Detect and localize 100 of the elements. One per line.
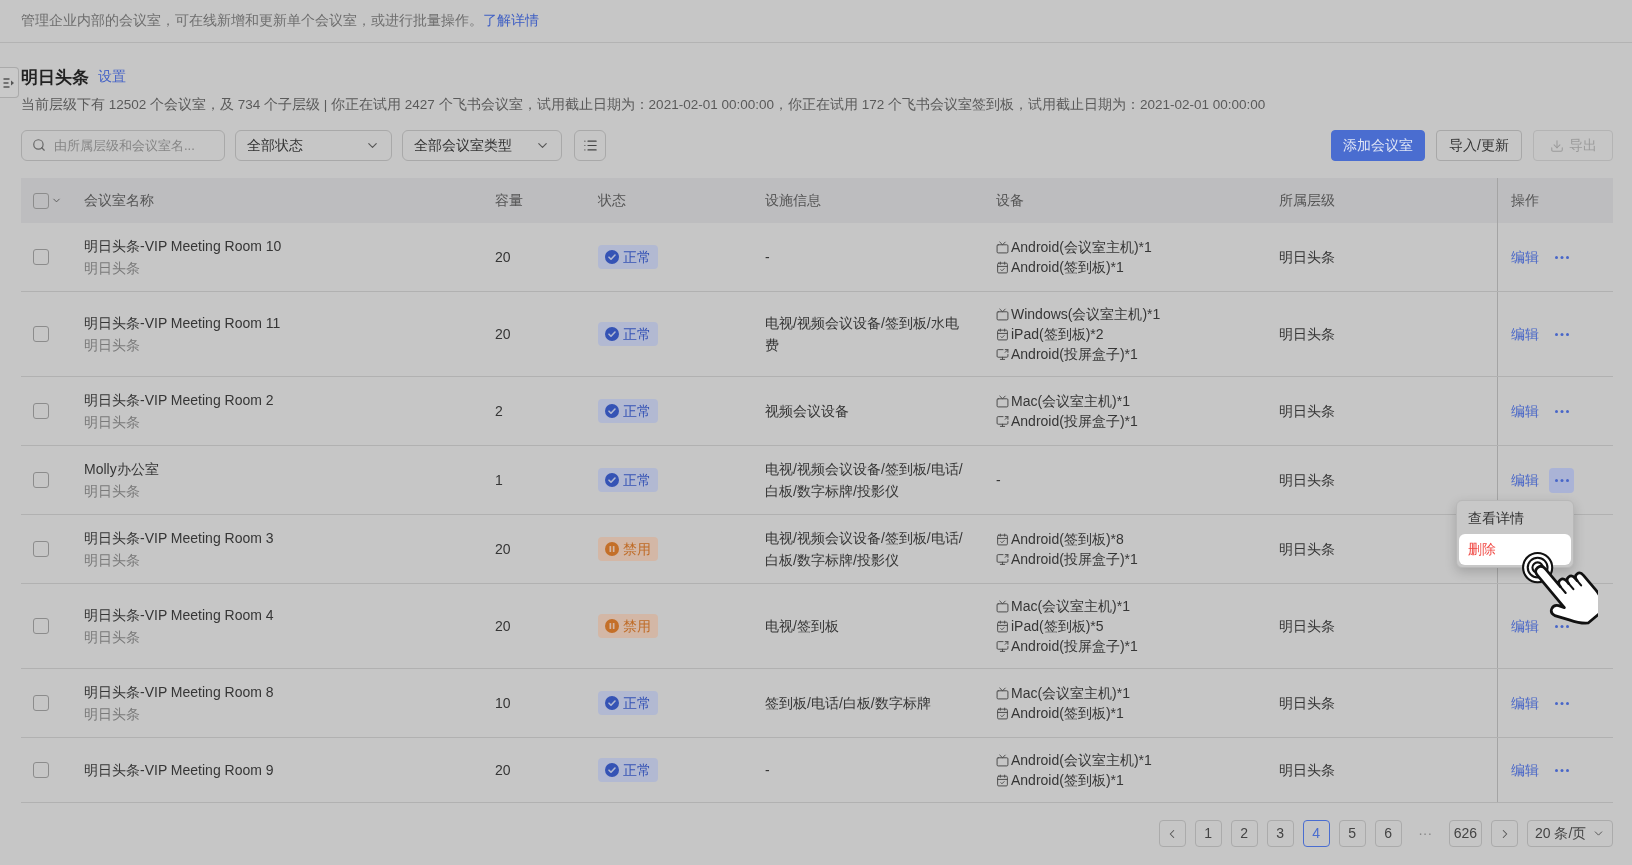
device-label: Android(签到板)*1	[1011, 258, 1124, 277]
previous-page-button[interactable]	[1158, 820, 1186, 847]
calendar-check-icon	[996, 773, 1009, 787]
room-parent-level: 明日头条	[84, 628, 141, 647]
learn-more-link[interactable]: 了解详情	[483, 12, 539, 28]
device-label: Android(投屏盒子)*1	[1011, 637, 1138, 656]
device-label: iPad(签到板)*2	[1011, 325, 1104, 344]
status-label: 正常	[623, 470, 651, 490]
menu-item[interactable]: 查看详情	[1459, 502, 1571, 534]
filter-select[interactable]: 全部状态	[235, 130, 392, 161]
add-room-button[interactable]: 添加会议室	[1331, 130, 1425, 161]
lines-arrow-icon	[3, 77, 15, 88]
device-label: Android(签到板)*8	[1011, 530, 1124, 549]
capacity-value: 20	[495, 539, 511, 559]
column-header: 设备	[996, 191, 1024, 210]
level-name: 明日头条	[1279, 401, 1335, 421]
calendar-check-icon	[996, 706, 1009, 720]
download-icon	[1549, 138, 1564, 153]
facilities-text: 电视/视频会议设备/签到板/电话/白板/数字标牌/投影仪	[765, 460, 964, 501]
level-name: 明日头条	[1279, 760, 1335, 780]
facilities-text: -	[765, 248, 770, 267]
room-name: 明日头条-VIP Meeting Room 8	[84, 683, 275, 702]
checkbox[interactable]	[33, 403, 49, 419]
room-parent-level: 明日头条	[84, 336, 141, 355]
level-name: 明日头条	[1279, 247, 1335, 267]
sidebar-toggle-button[interactable]	[0, 67, 19, 98]
level-name: 明日头条	[1279, 539, 1335, 559]
page-button[interactable]: 4	[1302, 820, 1330, 847]
page-button[interactable]: 2	[1230, 820, 1258, 847]
capacity-value: 20	[495, 760, 511, 780]
tv-icon	[996, 240, 1009, 254]
device-label: iPad(签到板)*5	[1011, 617, 1104, 636]
check-circle-icon	[605, 473, 619, 487]
more-icon	[1554, 768, 1569, 772]
check-circle-icon	[605, 250, 619, 264]
more-icon	[1554, 332, 1569, 336]
tv-icon	[996, 753, 1009, 767]
check-circle-icon	[605, 696, 619, 710]
room-name: Molly办公室	[84, 460, 160, 479]
menu-item[interactable]: 删除	[1459, 533, 1571, 565]
facilities-text: 视频会议设备	[765, 402, 849, 421]
page-size-select[interactable]: 20 条/页	[1527, 820, 1613, 847]
calendar-check-icon	[996, 532, 1009, 546]
checkbox[interactable]	[33, 472, 49, 488]
checkbox[interactable]	[33, 326, 49, 342]
page-button[interactable]: 5	[1338, 820, 1366, 847]
checkbox[interactable]	[33, 249, 49, 265]
checkbox[interactable]	[33, 762, 49, 778]
search-icon	[32, 138, 46, 152]
room-name: 明日头条-VIP Meeting Room 3	[84, 529, 275, 548]
screen-share-icon	[996, 639, 1009, 653]
screen-share-icon	[996, 552, 1009, 566]
edit-link[interactable]: 编辑	[1511, 692, 1539, 714]
capacity-value: 2	[495, 401, 503, 421]
level-name: 明日头条	[1279, 616, 1335, 636]
checkbox[interactable]	[33, 695, 49, 711]
edit-link[interactable]: 编辑	[1511, 469, 1539, 491]
organization-title: 明日头条	[21, 66, 89, 88]
edit-link[interactable]: 编辑	[1511, 400, 1539, 422]
column-header: 设施信息	[765, 191, 821, 210]
settings-link[interactable]: 设置	[98, 66, 126, 88]
room-parent-level: 明日头条	[84, 551, 141, 570]
screen-share-icon	[996, 347, 1009, 361]
room-parent-level: 明日头条	[84, 705, 141, 724]
device-label: Mac(会议室主机)*1	[1011, 597, 1130, 616]
tv-icon	[996, 686, 1009, 700]
more-icon	[1554, 478, 1569, 482]
device-label: Android(签到板)*1	[1011, 771, 1124, 790]
device-label: Android(会议室主机)*1	[1011, 238, 1152, 257]
list-view-button[interactable]	[574, 130, 606, 161]
import-button[interactable]: 导入/更新	[1436, 130, 1522, 161]
calendar-check-icon	[996, 619, 1009, 633]
checkbox[interactable]	[33, 192, 49, 209]
facilities-text: -	[765, 761, 770, 780]
search-field[interactable]: 由所属层级和会议室名...	[21, 130, 225, 161]
more-pages[interactable]: ···	[1410, 823, 1440, 844]
page-button[interactable]: 626	[1448, 820, 1482, 847]
filter-select[interactable]: 全部会议室类型	[402, 130, 562, 161]
page-button[interactable]: 3	[1266, 820, 1294, 847]
column-header: 会议室名称	[84, 191, 154, 210]
checkbox[interactable]	[33, 618, 49, 634]
tv-icon	[996, 307, 1009, 321]
device-label: Android(投屏盒子)*1	[1011, 345, 1138, 364]
page-button[interactable]: 1	[1194, 820, 1222, 847]
edit-link[interactable]: 编辑	[1511, 323, 1539, 345]
capacity-value: 20	[495, 324, 511, 344]
screen-share-icon	[996, 414, 1009, 428]
capacity-value: 10	[495, 693, 511, 713]
edit-link[interactable]: 编辑	[1511, 759, 1539, 781]
list-icon	[582, 138, 598, 153]
device-label: Android(投屏盒子)*1	[1011, 412, 1138, 431]
checkbox[interactable]	[33, 541, 49, 557]
column-header: 所属层级	[1279, 191, 1335, 210]
pause-circle-icon	[605, 542, 619, 556]
page-button[interactable]: 6	[1374, 820, 1402, 847]
edit-link[interactable]: 编辑	[1511, 246, 1539, 268]
next-page-button[interactable]	[1491, 820, 1518, 847]
more-icon	[1554, 701, 1569, 705]
facilities-text: 签到板/电话/白板/数字标牌	[765, 694, 931, 713]
edit-link[interactable]: 编辑	[1511, 615, 1539, 637]
